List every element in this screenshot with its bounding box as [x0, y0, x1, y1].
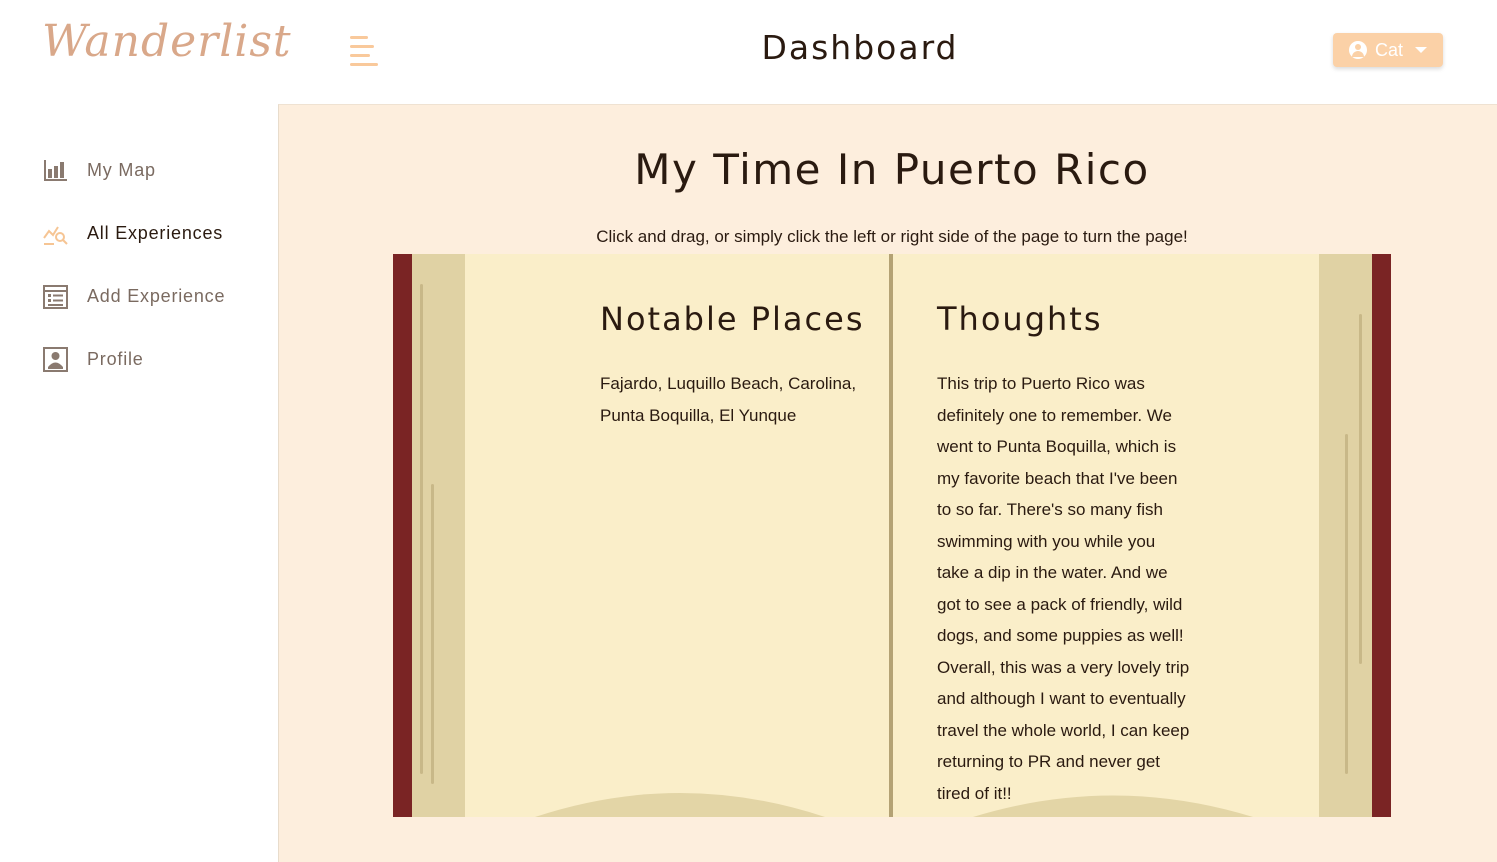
- sidebar: My Map All Experiences Add Experience Pr…: [0, 104, 278, 862]
- page-curl-left: [535, 793, 825, 817]
- sidebar-item-label: All Experiences: [87, 223, 224, 243]
- page-curl-right: [973, 795, 1253, 817]
- left-page-heading: Notable Places: [600, 300, 865, 338]
- book-cover-left: [393, 254, 412, 817]
- main-content: My Time In Puerto Rico Click and drag, o…: [278, 104, 1497, 862]
- sidebar-item-all-experiences[interactable]: All Experiences: [42, 220, 223, 247]
- sidebar-item-label: Add Experience: [87, 286, 226, 306]
- app-root: Wanderlist Dashboard Cat My Map All Expe…: [0, 0, 1497, 862]
- caret-down-icon: [1415, 47, 1427, 53]
- left-page[interactable]: Notable Places Fajardo, Luquillo Beach, …: [465, 254, 891, 817]
- page-edge-line: [1345, 434, 1348, 774]
- logo[interactable]: Wanderlist: [42, 16, 292, 67]
- book-title: My Time In Puerto Rico: [634, 145, 1150, 194]
- user-circle-icon: [1348, 41, 1367, 59]
- page-edge-line: [431, 484, 434, 784]
- user-name: Cat: [1374, 39, 1403, 60]
- header: Wanderlist Dashboard Cat: [0, 0, 1497, 104]
- chart-search-icon: [43, 226, 68, 245]
- right-page[interactable]: Thoughts This trip to Puerto Rico was de…: [893, 254, 1319, 817]
- flipbook[interactable]: Notable Places Fajardo, Luquillo Beach, …: [393, 254, 1391, 817]
- left-page-body: Fajardo, Luquillo Beach, Carolina, Punta…: [600, 374, 857, 425]
- newspaper-icon: [43, 285, 68, 309]
- page-turn-hint: Click and drag, or simply click the left…: [596, 227, 1188, 246]
- sidebar-item-profile[interactable]: Profile: [42, 346, 144, 373]
- sidebar-item-add-experience[interactable]: Add Experience: [42, 283, 225, 310]
- book-cover-right: [1372, 254, 1391, 817]
- bar-chart-icon: [44, 160, 67, 181]
- user-menu-button[interactable]: Cat: [1333, 33, 1443, 67]
- page-title: Dashboard: [761, 28, 959, 67]
- right-page-heading: Thoughts: [937, 300, 1103, 338]
- sidebar-item-label: Profile: [87, 349, 144, 369]
- page-edge-line: [1359, 314, 1362, 664]
- page-edge-line: [420, 284, 423, 774]
- sidebar-item-my-map[interactable]: My Map: [42, 157, 156, 184]
- sidebar-item-label: My Map: [87, 160, 156, 180]
- profile-icon: [43, 347, 68, 372]
- menu-toggle-icon[interactable]: [350, 36, 380, 66]
- right-page-body: This trip to Puerto Rico was definitely …: [937, 374, 1190, 803]
